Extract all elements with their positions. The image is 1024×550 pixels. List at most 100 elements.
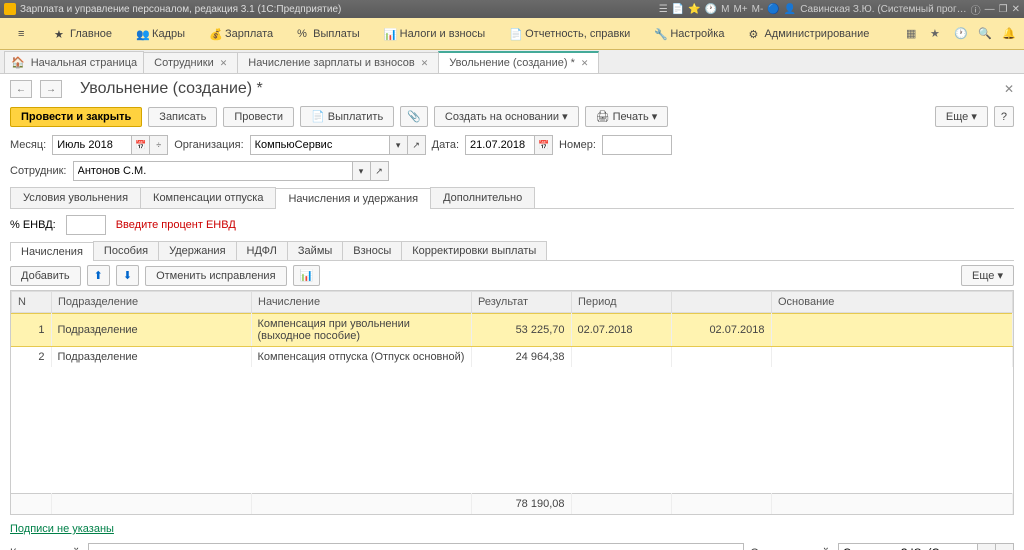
- menu-salary[interactable]: 💰Зарплата: [199, 24, 283, 44]
- table-row[interactable]: 1 Подразделение Компенсация при увольнен…: [11, 314, 1013, 347]
- close-icon[interactable]: ✕: [421, 58, 429, 69]
- tab-home[interactable]: 🏠 Начальная страница: [4, 51, 144, 73]
- menu-payments[interactable]: %Выплаты: [287, 24, 369, 44]
- pay-button[interactable]: 📄 Выплатить: [300, 106, 394, 127]
- attach-button[interactable]: 📎: [400, 106, 428, 127]
- tab-conditions[interactable]: Условия увольнения: [10, 187, 141, 208]
- minimize-icon[interactable]: —: [985, 4, 995, 15]
- menu-taxes[interactable]: 📊Налоги и взносы: [374, 24, 496, 44]
- history-icon[interactable]: 🕐: [954, 27, 968, 41]
- document-title: Увольнение (создание) *: [80, 80, 263, 98]
- menu-hr[interactable]: 👥Кадры: [126, 24, 195, 44]
- date-input[interactable]: [465, 135, 535, 155]
- run-button[interactable]: Провести: [223, 107, 294, 127]
- write-button[interactable]: Записать: [148, 107, 217, 127]
- tray-icon[interactable]: 📄: [672, 4, 684, 15]
- grid-footer: 78 190,08: [11, 494, 1013, 515]
- tray-icon[interactable]: M-: [752, 4, 764, 15]
- star-icon[interactable]: ★: [930, 27, 944, 41]
- tab-payroll[interactable]: Начисление зарплаты и взносов✕: [237, 52, 439, 73]
- chevron-down-icon[interactable]: ▾: [390, 135, 408, 155]
- tab-accruals[interactable]: Начисления и удержания: [275, 188, 431, 209]
- col-result[interactable]: Результат: [472, 292, 572, 313]
- col-accrual[interactable]: Начисление: [252, 292, 472, 313]
- help-button[interactable]: ?: [994, 106, 1014, 127]
- tray-icon[interactable]: 🔵: [767, 4, 779, 15]
- bell-icon[interactable]: 🔔: [1002, 27, 1016, 41]
- stepper-icon[interactable]: ÷: [150, 135, 168, 155]
- calendar-icon[interactable]: 📅: [132, 135, 150, 155]
- tab-employees[interactable]: Сотрудники✕: [143, 52, 238, 73]
- itab-benefits[interactable]: Пособия: [93, 241, 159, 260]
- col-dept[interactable]: Подразделение: [52, 292, 252, 313]
- add-button[interactable]: Добавить: [10, 266, 81, 286]
- itab-accruals[interactable]: Начисления: [10, 242, 94, 261]
- chevron-down-icon[interactable]: ▾: [978, 543, 996, 550]
- signatures-link[interactable]: Подписи не указаны: [10, 523, 114, 535]
- total-value: 78 190,08: [471, 494, 571, 515]
- chart-icon[interactable]: 📊: [293, 265, 321, 286]
- number-input[interactable]: [602, 135, 672, 155]
- org-label: Организация:: [174, 139, 243, 151]
- create-based-on-button[interactable]: Создать на основании ▾: [434, 106, 579, 127]
- chevron-down-icon[interactable]: ▾: [353, 161, 371, 181]
- tab-vacation-comp[interactable]: Компенсации отпуска: [140, 187, 276, 208]
- nav-forward[interactable]: →: [40, 80, 62, 98]
- close-icon[interactable]: ✕: [581, 58, 589, 69]
- info-icon[interactable]: ⓘ: [971, 2, 981, 17]
- itab-deductions[interactable]: Удержания: [158, 241, 236, 260]
- open-icon[interactable]: ↗: [371, 161, 389, 181]
- month-input[interactable]: [52, 135, 132, 155]
- more-button[interactable]: Еще ▾: [935, 106, 988, 127]
- menu-main[interactable]: ★Главное: [44, 24, 122, 44]
- main-menu: ≡ ★Главное 👥Кадры 💰Зарплата %Выплаты 📊На…: [0, 18, 1024, 50]
- nav-back[interactable]: ←: [10, 80, 32, 98]
- col-period2[interactable]: [672, 292, 772, 313]
- tray-icon[interactable]: ☰: [659, 4, 668, 15]
- user-icon[interactable]: 👤: [784, 4, 796, 15]
- approve-close-button[interactable]: Провести и закрыть: [10, 107, 142, 127]
- document-close[interactable]: ✕: [1004, 82, 1014, 96]
- open-icon[interactable]: ↗: [408, 135, 426, 155]
- search-icon[interactable]: 🔍: [978, 27, 992, 41]
- col-n[interactable]: N: [12, 292, 52, 313]
- tray-icon[interactable]: M: [721, 4, 729, 15]
- col-period[interactable]: Период: [572, 292, 672, 313]
- menu-admin[interactable]: ⚙Администрирование: [738, 24, 879, 44]
- itab-ndfl[interactable]: НДФЛ: [236, 241, 288, 260]
- maximize-icon[interactable]: ❐: [999, 4, 1008, 15]
- grid-more-button[interactable]: Еще ▾: [961, 265, 1014, 286]
- detail-tabs: Начисления Пособия Удержания НДФЛ Займы …: [10, 241, 1014, 261]
- responsible-input[interactable]: [838, 543, 978, 550]
- tray-icon[interactable]: M+: [733, 4, 747, 15]
- tab-dismissal[interactable]: Увольнение (создание) *✕: [438, 51, 599, 73]
- menu-burger[interactable]: ≡: [8, 24, 40, 44]
- org-input[interactable]: [250, 135, 390, 155]
- envd-warning: Введите процент ЕНВД: [116, 219, 236, 231]
- print-button[interactable]: 🖨 Печать ▾: [585, 106, 669, 127]
- apps-icon[interactable]: ▦: [906, 27, 920, 41]
- comment-input[interactable]: [88, 543, 744, 550]
- col-basis[interactable]: Основание: [772, 292, 1013, 313]
- tray-icon[interactable]: ⭐: [688, 4, 700, 15]
- menu-reports[interactable]: 📄Отчетность, справки: [499, 24, 640, 44]
- menu-settings[interactable]: 🔧Настройка: [644, 24, 734, 44]
- move-down-button[interactable]: ⬇: [116, 265, 139, 286]
- calendar-icon[interactable]: 📅: [535, 135, 553, 155]
- itab-corrections[interactable]: Корректировки выплаты: [401, 241, 547, 260]
- grid-toolbar: Добавить ⬆ ⬇ Отменить исправления 📊 Еще …: [10, 265, 1014, 286]
- open-icon[interactable]: ↗: [996, 543, 1014, 550]
- accruals-grid[interactable]: N Подразделение Начисление Результат Пер…: [10, 290, 1014, 515]
- itab-loans[interactable]: Займы: [287, 241, 343, 260]
- undo-button[interactable]: Отменить исправления: [145, 266, 286, 286]
- tray-icon[interactable]: 🕐: [705, 4, 717, 15]
- employee-label: Сотрудник:: [10, 165, 67, 177]
- close-icon[interactable]: ✕: [220, 58, 228, 69]
- employee-input[interactable]: [73, 161, 353, 181]
- move-up-button[interactable]: ⬆: [87, 265, 110, 286]
- tab-additional[interactable]: Дополнительно: [430, 187, 535, 208]
- itab-contrib[interactable]: Взносы: [342, 241, 402, 260]
- envd-input[interactable]: [66, 215, 106, 235]
- table-row[interactable]: 2 Подразделение Компенсация отпуска (Отп…: [11, 347, 1013, 368]
- close-icon[interactable]: ✕: [1012, 4, 1020, 15]
